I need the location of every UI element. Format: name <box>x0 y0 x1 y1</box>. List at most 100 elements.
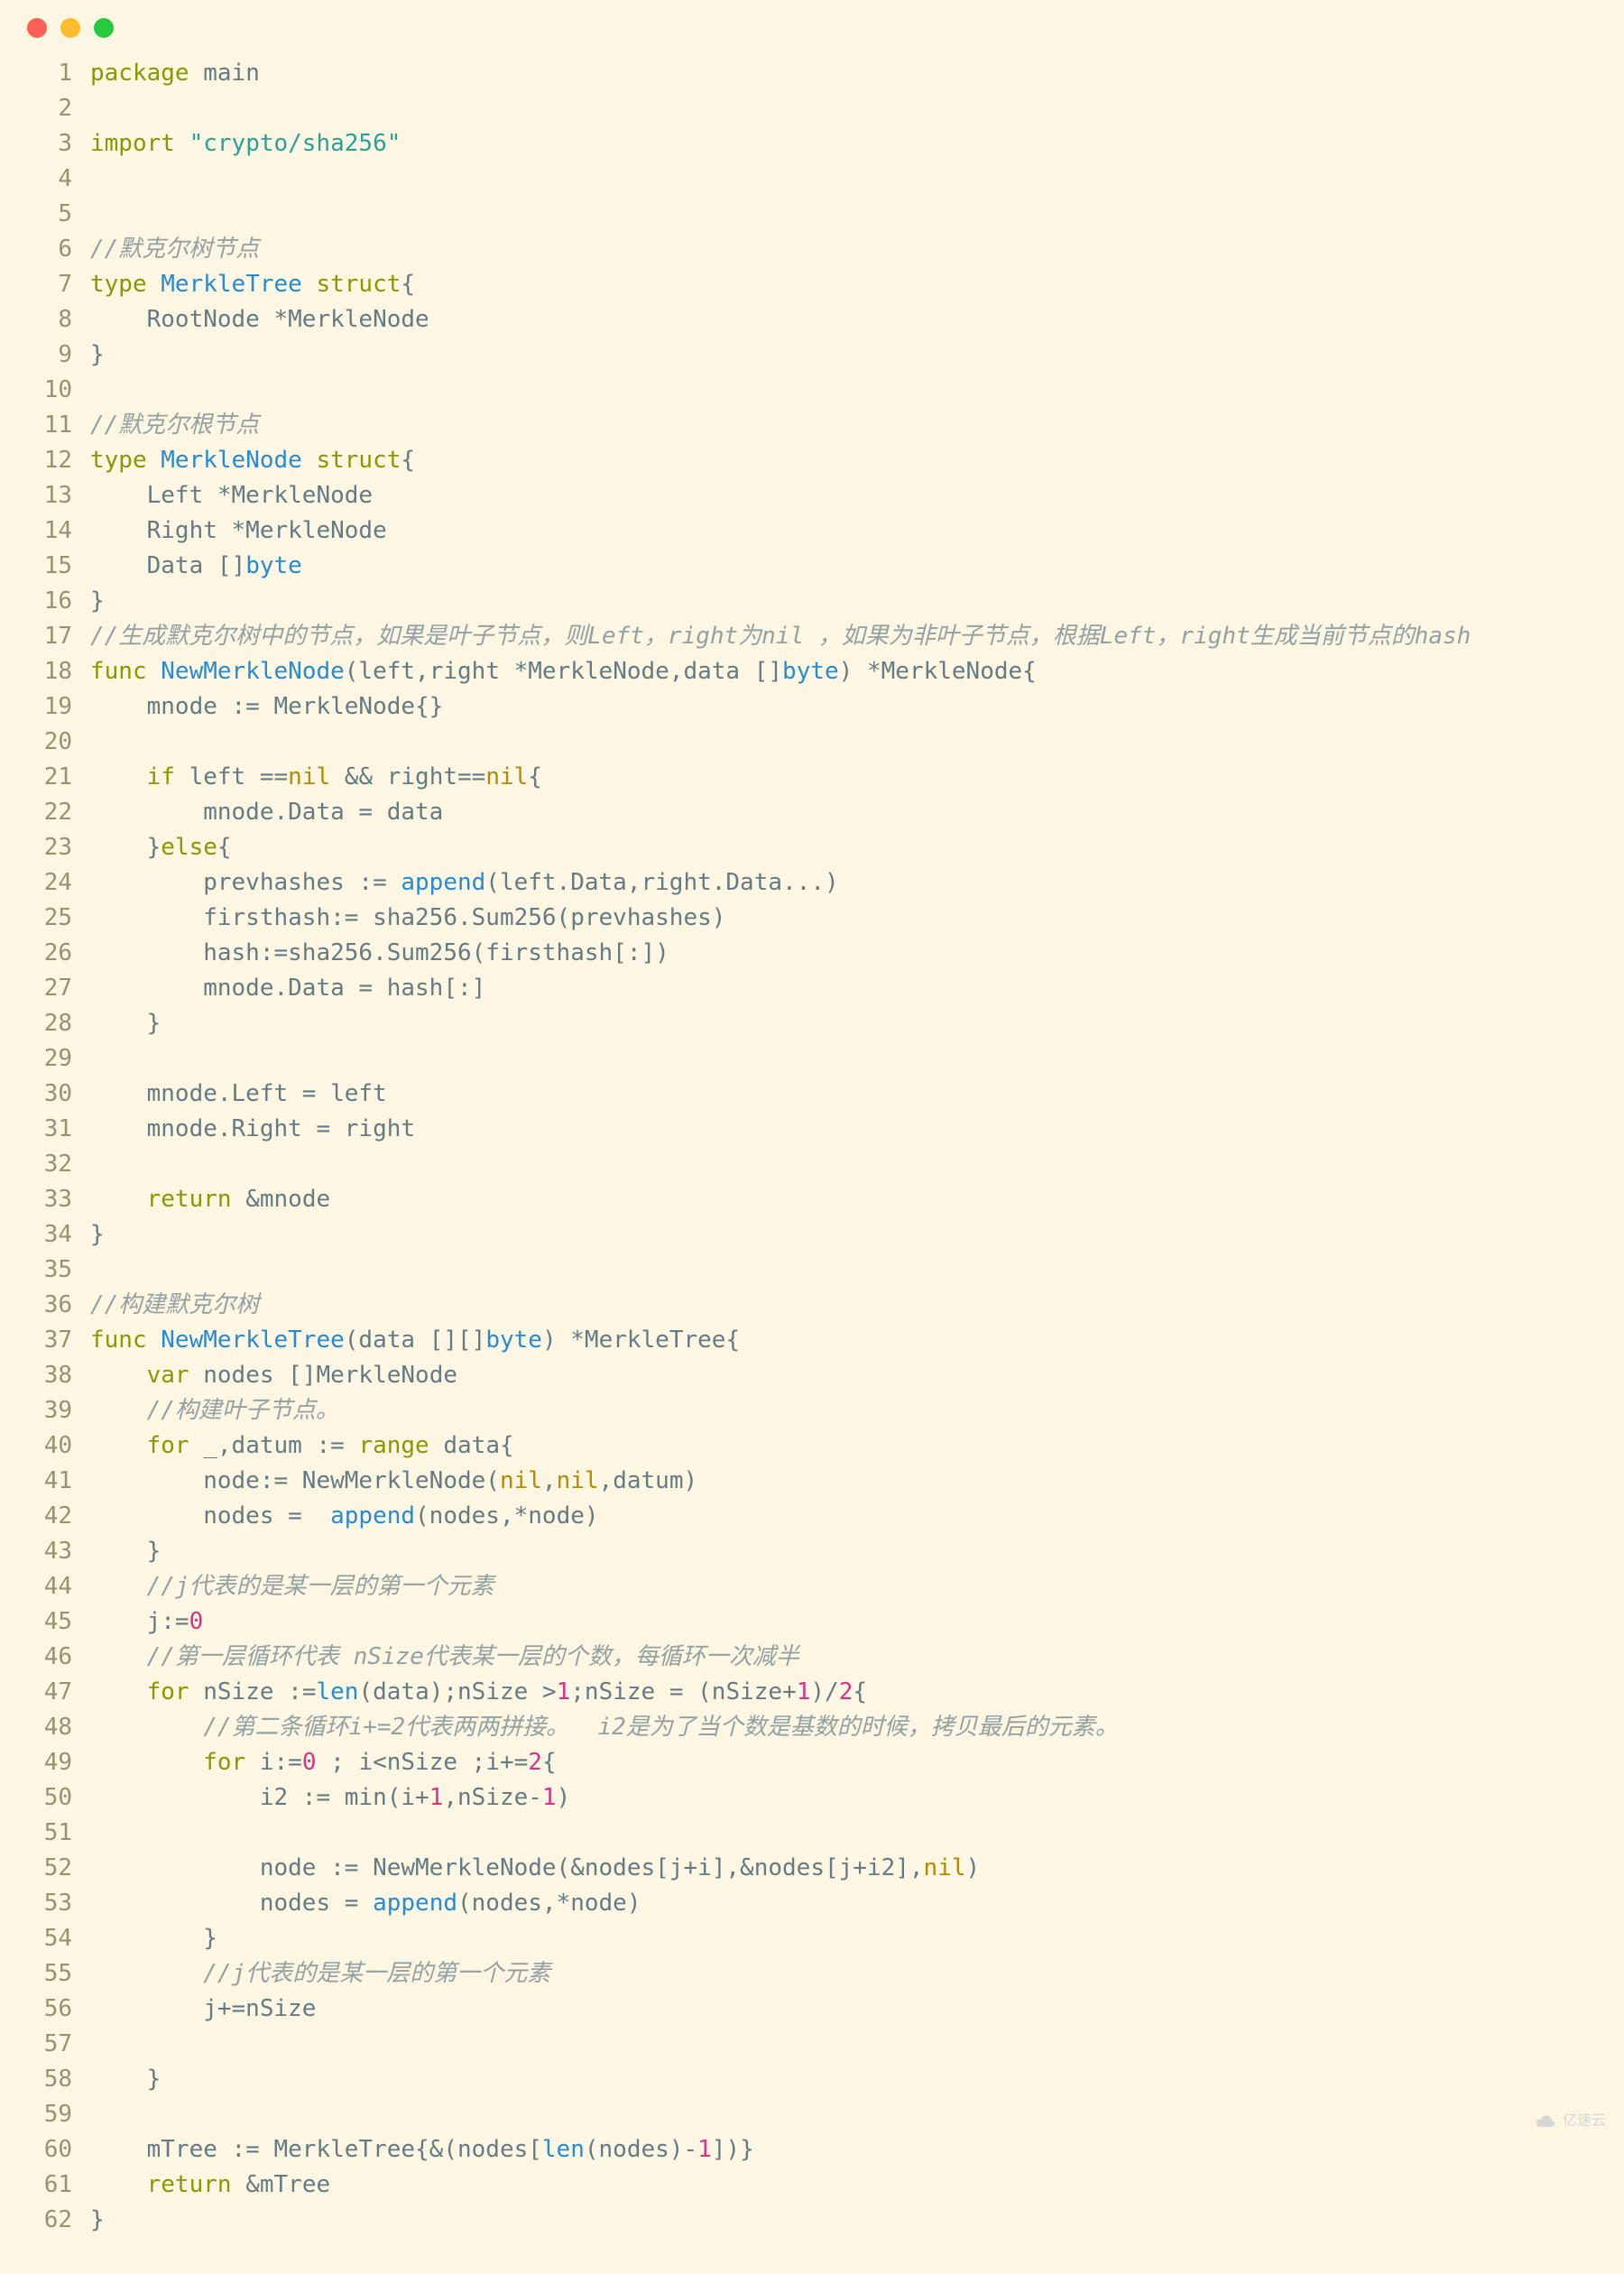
code-line: 62} <box>18 2203 1606 2238</box>
line-number: 12 <box>18 443 90 478</box>
token-fn: NewMerkleNode <box>161 658 345 685</box>
token-com: //生成默克尔树中的节点，如果是叶子节点，则Left，right为nil ，如果… <box>90 623 1471 650</box>
code-content: mnode.Data = data <box>90 795 1606 830</box>
code-content: firsthash:= sha256.Sum256(prevhashes) <box>90 901 1606 936</box>
code-line: 10 <box>18 373 1606 408</box>
token-id: } <box>90 1010 161 1037</box>
code-content: //默克尔树节点 <box>90 232 1606 267</box>
token-com: //第二条循环i+=2代表两两拼接。 i2是为了当个数是基数的时候，拷贝最后的元… <box>203 1714 1119 1741</box>
code-content: j:=0 <box>90 1604 1606 1640</box>
line-number: 37 <box>18 1323 90 1358</box>
code-line: 49 for i:=0 ; i<nSize ;i+=2{ <box>18 1745 1606 1780</box>
window-minimize-dot[interactable] <box>60 18 80 38</box>
line-number: 6 <box>18 232 90 267</box>
token-nil: nil <box>288 763 330 790</box>
code-line: 24 prevhashes := append(left.Data,right.… <box>18 865 1606 901</box>
token-id: mTree := MerkleTree{&(nodes[ <box>90 2136 542 2163</box>
code-content: i2 := min(i+1,nSize-1) <box>90 1780 1606 1816</box>
token-id: && right== <box>330 763 485 790</box>
token-num: 0 <box>189 1608 204 1635</box>
token-com: //构建默克尔树 <box>90 1291 259 1318</box>
line-number: 33 <box>18 1182 90 1217</box>
token-id: j:= <box>90 1608 189 1635</box>
token-id <box>90 1678 147 1706</box>
code-content <box>90 2097 1606 2132</box>
line-number: 62 <box>18 2203 90 2238</box>
code-content: hash:=sha256.Sum256(firsthash[:]) <box>90 936 1606 971</box>
code-line: 9} <box>18 337 1606 373</box>
token-kw: func <box>90 1326 161 1354</box>
line-number: 53 <box>18 1886 90 1921</box>
code-line: 26 hash:=sha256.Sum256(firsthash[:]) <box>18 936 1606 971</box>
token-id: { <box>853 1678 867 1706</box>
token-kw: struct <box>316 271 401 298</box>
token-id: (nodes)- <box>585 2136 697 2163</box>
code-content <box>90 1816 1606 1851</box>
window-close-dot[interactable] <box>27 18 47 38</box>
token-id: (left,right *MerkleNode,data [] <box>345 658 782 685</box>
code-content: type MerkleTree struct{ <box>90 267 1606 302</box>
token-id: } <box>90 834 161 861</box>
code-line: 19 mnode := MerkleNode{} <box>18 689 1606 725</box>
code-content <box>90 1253 1606 1288</box>
code-line: 5 <box>18 197 1606 232</box>
code-line: 28 } <box>18 1006 1606 1041</box>
token-kw: type <box>90 447 161 474</box>
token-id <box>90 763 147 790</box>
code-line: 17//生成默克尔树中的节点，如果是叶子节点，则Left，right为nil ，… <box>18 619 1606 654</box>
code-line: 11//默克尔根节点 <box>18 408 1606 443</box>
code-content: j+=nSize <box>90 1992 1606 2027</box>
code-line: 32 <box>18 1147 1606 1182</box>
code-line: 6//默克尔树节点 <box>18 232 1606 267</box>
token-id: ) <box>966 1854 981 1881</box>
code-content: node:= NewMerkleNode(nil,nil,datum) <box>90 1464 1606 1499</box>
line-number: 19 <box>18 689 90 725</box>
token-id: Left *MerkleNode <box>90 482 373 509</box>
window-dots <box>0 0 1624 47</box>
code-content: for _,datum := range data{ <box>90 1428 1606 1464</box>
token-bi: len <box>316 1678 358 1706</box>
code-line: 61 return &mTree <box>18 2168 1606 2203</box>
line-number: 38 <box>18 1358 90 1393</box>
token-com: //默克尔根节点 <box>90 411 259 439</box>
code-line: 23 }else{ <box>18 830 1606 865</box>
token-id: Right *MerkleNode <box>90 517 387 544</box>
code-line: 1package main <box>18 56 1606 91</box>
token-kw: var <box>147 1362 204 1389</box>
token-id: RootNode *MerkleNode <box>90 306 429 333</box>
code-line: 38 var nodes []MerkleNode <box>18 1358 1606 1393</box>
cloud-icon <box>1532 2112 1557 2129</box>
code-line: 20 <box>18 725 1606 760</box>
token-num: 1 <box>557 1678 571 1706</box>
token-id: mnode.Left = left <box>90 1080 387 1107</box>
token-nil: nil <box>557 1467 599 1494</box>
line-number: 49 <box>18 1745 90 1780</box>
code-content <box>90 1041 1606 1077</box>
line-number: 32 <box>18 1147 90 1182</box>
token-id: , <box>542 1467 557 1494</box>
line-number: 24 <box>18 865 90 901</box>
token-id: mnode.Data = hash[:] <box>90 975 485 1002</box>
token-kw: struct <box>316 447 401 474</box>
code-line: 44 //j代表的是某一层的第一个元素 <box>18 1569 1606 1604</box>
token-typ: byte <box>782 658 839 685</box>
line-number: 18 <box>18 654 90 689</box>
code-line: 14 Right *MerkleNode <box>18 513 1606 549</box>
line-number: 54 <box>18 1921 90 1956</box>
code-line: 15 Data []byte <box>18 549 1606 584</box>
line-number: 13 <box>18 478 90 513</box>
code-line: 41 node:= NewMerkleNode(nil,nil,datum) <box>18 1464 1606 1499</box>
token-id <box>90 1573 147 1600</box>
token-typ: byte <box>485 1326 542 1354</box>
code-content: }else{ <box>90 830 1606 865</box>
code-content: //j代表的是某一层的第一个元素 <box>90 1956 1606 1992</box>
window-zoom-dot[interactable] <box>94 18 114 38</box>
line-number: 15 <box>18 549 90 584</box>
code-line: 8 RootNode *MerkleNode <box>18 302 1606 337</box>
token-num: 1 <box>429 1784 444 1811</box>
line-number: 1 <box>18 56 90 91</box>
code-content: type MerkleNode struct{ <box>90 443 1606 478</box>
token-id: left == <box>189 763 289 790</box>
code-content <box>90 2027 1606 2062</box>
line-number: 48 <box>18 1710 90 1745</box>
